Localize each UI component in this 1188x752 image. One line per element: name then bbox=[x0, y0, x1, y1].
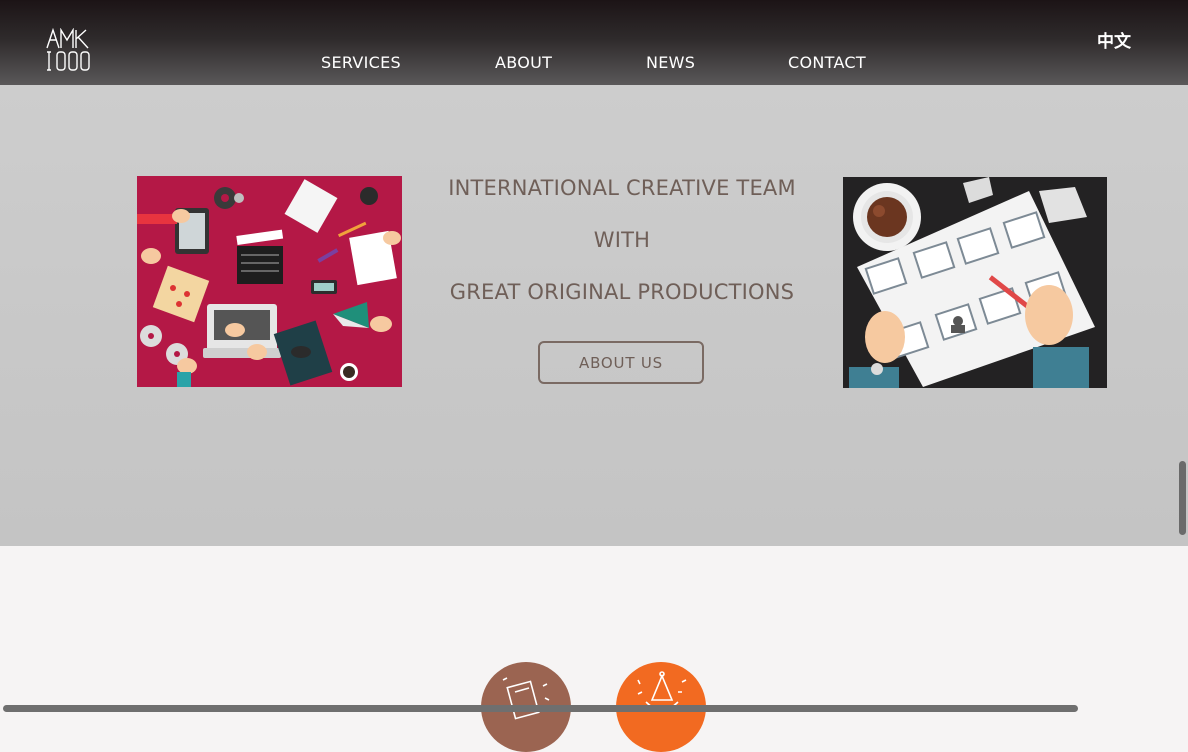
tagline-line-2: WITH bbox=[593, 228, 651, 252]
horizontal-scrollbar[interactable] bbox=[3, 705, 1078, 712]
tagline-line-1: INTERNATIONAL CREATIVE TEAM bbox=[448, 176, 796, 200]
nav-about[interactable]: ABOUT bbox=[495, 53, 552, 72]
features-section bbox=[0, 546, 1188, 752]
about-us-button[interactable]: ABOUT US bbox=[538, 341, 704, 384]
tagline-line-3: GREAT ORIGINAL PRODUCTIONS bbox=[449, 280, 795, 304]
nav-services[interactable]: SERVICES bbox=[321, 53, 401, 72]
nav-news[interactable]: NEWS bbox=[646, 53, 695, 72]
nav-contact[interactable]: CONTACT bbox=[788, 53, 866, 72]
language-switch[interactable]: 中文 bbox=[1097, 27, 1131, 52]
hero-section: INTERNATIONAL CREATIVE TEAM WITH GREAT O… bbox=[0, 85, 1188, 546]
creative-desk-illustration bbox=[137, 176, 402, 387]
storyboard-illustration bbox=[843, 177, 1107, 388]
site-header: SERVICES ABOUT NEWS CONTACT 中文 bbox=[0, 0, 1188, 85]
main-nav: SERVICES ABOUT NEWS CONTACT bbox=[0, 53, 1188, 73]
vertical-scrollbar[interactable] bbox=[1179, 461, 1186, 535]
